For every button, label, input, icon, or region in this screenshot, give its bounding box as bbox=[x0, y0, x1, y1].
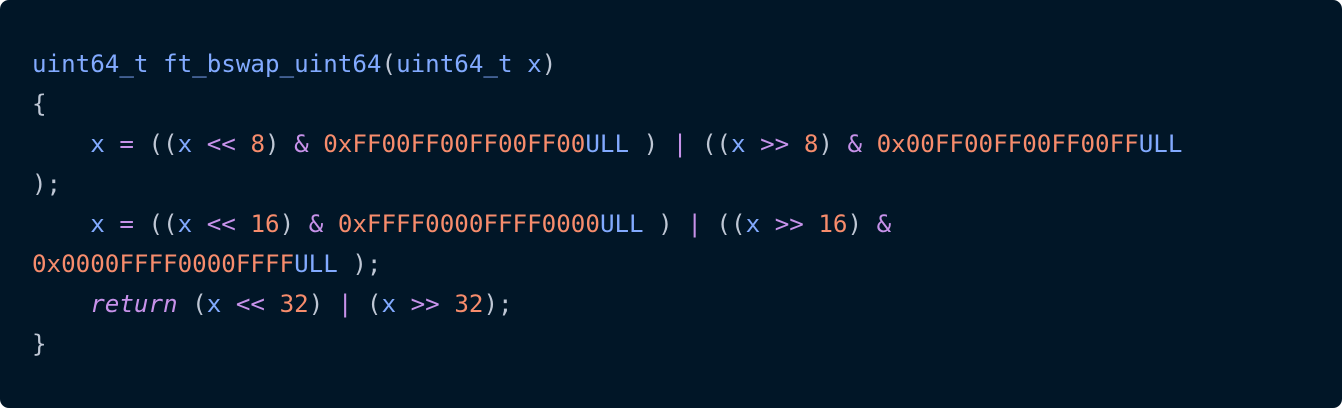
code-token-op: << bbox=[235, 290, 265, 318]
code-token-punc bbox=[105, 130, 120, 158]
code-token-punc bbox=[746, 130, 761, 158]
code-token-op: & bbox=[308, 210, 324, 238]
code-token-op: | bbox=[337, 290, 353, 318]
code-token-num: 8 bbox=[803, 130, 819, 158]
code-token-suffix: ULL bbox=[1138, 130, 1183, 158]
code-token-op: >> bbox=[774, 210, 804, 238]
code-token-op: << bbox=[206, 130, 236, 158]
code-token-punc bbox=[236, 210, 251, 238]
code-token-var: x bbox=[90, 130, 105, 158]
code-token-punc bbox=[760, 210, 775, 238]
code-token-fn: ft_bswap_uint64 bbox=[163, 50, 382, 78]
code-block[interactable]: uint64_t ft_bswap_uint64(uint64_t x){ x … bbox=[0, 0, 1342, 408]
code-token-num: 16 bbox=[818, 210, 848, 238]
code-token-punc bbox=[32, 130, 90, 158]
code-token-punc: (( bbox=[687, 130, 731, 158]
code-token-punc bbox=[789, 130, 804, 158]
code-token-op: & bbox=[294, 130, 309, 158]
code-token-type: uint64_t bbox=[396, 50, 513, 78]
code-token-punc: ) bbox=[818, 130, 848, 158]
code-token-punc: ) bbox=[847, 210, 877, 238]
code-token-punc: ) bbox=[643, 210, 688, 238]
code-token-op: >> bbox=[410, 290, 440, 318]
code-token-var: x bbox=[90, 210, 105, 238]
code-token-op: & bbox=[876, 210, 892, 238]
code-token-suffix: ULL bbox=[599, 210, 644, 238]
code-line: return (x << 32) | (x >> 32); bbox=[32, 284, 1342, 324]
code-token-num: 32 bbox=[454, 290, 484, 318]
code-token-kw: return bbox=[90, 290, 178, 318]
code-token-punc: (( bbox=[133, 210, 178, 238]
code-token-punc bbox=[149, 50, 164, 78]
code-token-punc: { bbox=[32, 90, 47, 118]
code-token-punc bbox=[309, 130, 324, 158]
code-token-punc bbox=[396, 290, 411, 318]
code-token-punc bbox=[236, 130, 251, 158]
code-token-op: & bbox=[847, 130, 863, 158]
code-lines: uint64_t ft_bswap_uint64(uint64_t x){ x … bbox=[32, 44, 1342, 364]
code-line: { bbox=[32, 84, 1342, 124]
code-line: uint64_t ft_bswap_uint64(uint64_t x) bbox=[32, 44, 1342, 84]
code-token-punc: ( bbox=[352, 290, 382, 318]
code-token-punc bbox=[265, 290, 280, 318]
code-token-punc bbox=[105, 210, 120, 238]
code-token-num: 0x0000FFFF0000FFFF bbox=[32, 250, 295, 278]
code-token-punc: ( bbox=[381, 50, 397, 78]
code-token-type: uint64_t bbox=[32, 50, 149, 78]
code-token-num: 0x00FF00FF00FF00FF bbox=[876, 130, 1139, 158]
code-token-var: x bbox=[731, 130, 746, 158]
code-token-punc: (( bbox=[701, 210, 746, 238]
code-token-punc: } bbox=[32, 330, 47, 358]
code-token-punc bbox=[862, 130, 877, 158]
code-token-punc: ) bbox=[308, 290, 338, 318]
code-token-op: | bbox=[687, 210, 702, 238]
code-token-punc bbox=[32, 290, 90, 318]
code-token-suffix: ULL bbox=[585, 130, 630, 158]
code-token-var: x bbox=[177, 130, 193, 158]
code-token-punc: ) bbox=[279, 210, 309, 238]
code-token-punc: ); bbox=[337, 250, 382, 278]
code-token-suffix: ULL bbox=[294, 250, 338, 278]
code-line: x = ((x << 16) & 0xFFFF0000FFFF0000ULL )… bbox=[32, 204, 1342, 244]
code-token-op: = bbox=[119, 130, 134, 158]
code-line: } bbox=[32, 324, 1342, 364]
code-token-op: | bbox=[672, 130, 688, 158]
code-line: x = ((x << 8) & 0xFF00FF00FF00FF00ULL ) … bbox=[32, 124, 1342, 164]
code-token-punc bbox=[804, 210, 819, 238]
code-token-num: 0xFF00FF00FF00FF00 bbox=[323, 130, 586, 158]
code-token-punc: ( bbox=[177, 290, 207, 318]
code-token-punc bbox=[192, 130, 207, 158]
code-token-punc: ); bbox=[483, 290, 513, 318]
code-token-var: x bbox=[745, 210, 761, 238]
code-token-var: x bbox=[381, 290, 397, 318]
code-token-num: 16 bbox=[250, 210, 280, 238]
code-token-num: 0xFFFF0000FFFF0000 bbox=[337, 210, 600, 238]
code-token-punc: ) bbox=[629, 130, 673, 158]
code-token-punc: ) bbox=[541, 50, 557, 78]
code-token-var: x bbox=[206, 290, 222, 318]
code-token-num: 8 bbox=[250, 130, 265, 158]
code-token-punc bbox=[192, 210, 207, 238]
code-line: ); bbox=[32, 164, 1342, 204]
code-token-var: x bbox=[527, 50, 542, 78]
code-token-punc: ) bbox=[265, 130, 295, 158]
code-token-punc bbox=[513, 50, 528, 78]
code-token-var: x bbox=[177, 210, 193, 238]
code-token-punc bbox=[323, 210, 338, 238]
code-token-punc bbox=[221, 290, 236, 318]
code-token-punc: (( bbox=[133, 130, 178, 158]
code-token-num: 32 bbox=[279, 290, 309, 318]
code-token-punc bbox=[440, 290, 455, 318]
code-token-op: = bbox=[119, 210, 134, 238]
code-token-punc: ); bbox=[32, 170, 62, 198]
code-token-punc bbox=[32, 210, 90, 238]
code-token-op: >> bbox=[760, 130, 790, 158]
code-line: 0x0000FFFF0000FFFFULL ); bbox=[32, 244, 1342, 284]
code-token-op: << bbox=[206, 210, 236, 238]
